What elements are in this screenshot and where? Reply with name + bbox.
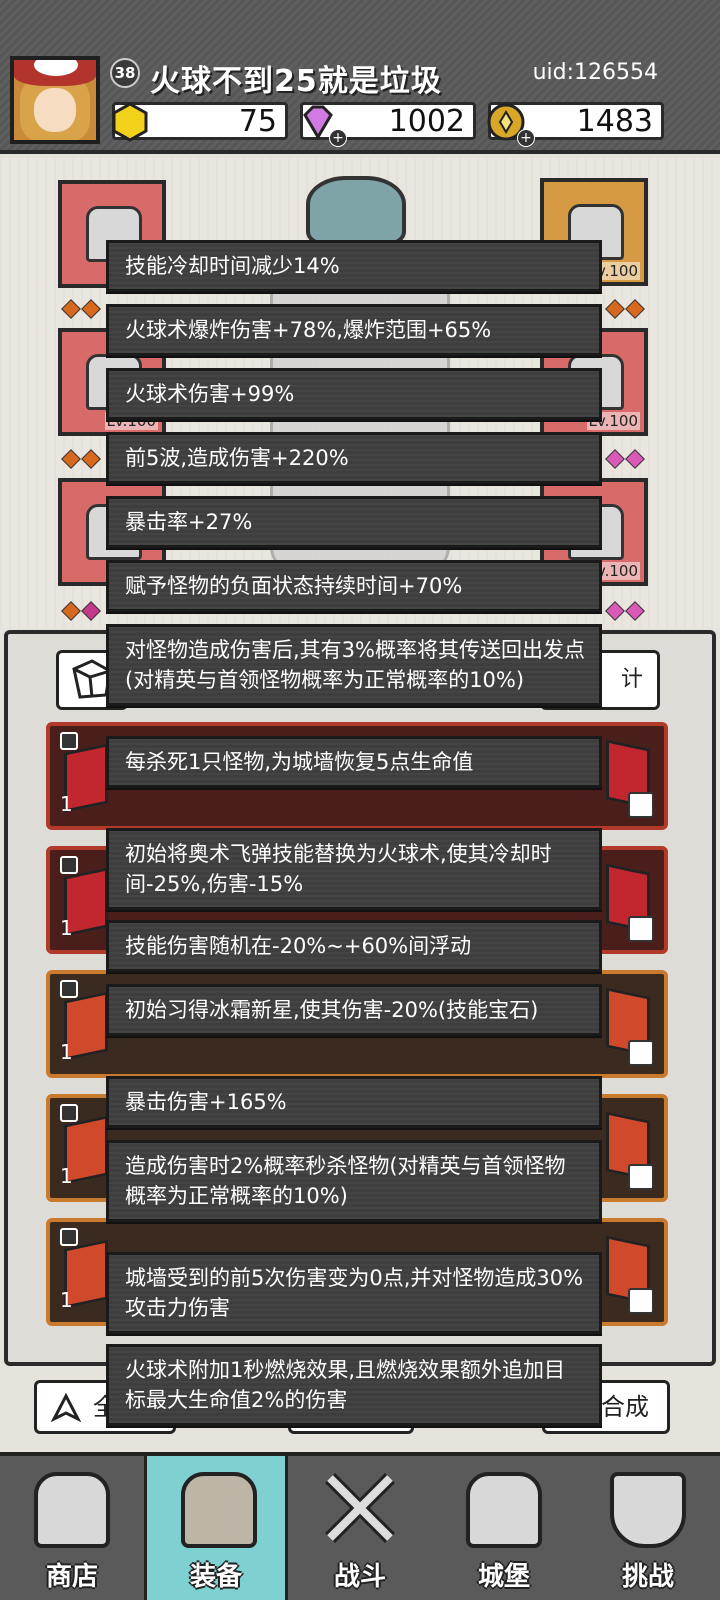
effect-tooltip: 暴击率+27% <box>106 496 602 548</box>
gem-socket-icon <box>625 601 645 621</box>
diamond-value: 1002 <box>388 104 465 139</box>
coin-counter[interactable]: + 1483 <box>487 102 664 147</box>
gem-count: 1 <box>60 916 73 940</box>
slot-gem-row <box>605 601 645 621</box>
add-diamond-icon[interactable]: + <box>329 129 347 147</box>
up-arrow-icon <box>51 1393 81 1423</box>
lock-icon[interactable] <box>60 1104 78 1122</box>
lock-icon[interactable] <box>60 856 78 874</box>
shield-icon <box>610 1472 686 1548</box>
gem-type-icon <box>628 1288 654 1314</box>
nav-challenge-label: 挑战 <box>621 1562 674 1592</box>
gem-socket-icon <box>605 299 625 319</box>
diamond-counter[interactable]: + 1002 <box>300 102 476 147</box>
effect-tooltip: 火球术附加1秒燃烧效果,且燃烧效果额外追加目标最大生命值2%的伤害 <box>106 1344 602 1426</box>
top-bar: 38 火球不到25就是垃圾 uid:126554 75 + 1002 + 148… <box>0 0 720 154</box>
gem-socket-icon <box>81 299 101 319</box>
player-level-badge: 38 <box>110 58 140 88</box>
nav-castle[interactable]: 城堡 <box>432 1456 576 1600</box>
slot-gem-row <box>61 299 101 319</box>
shop-icon <box>34 1472 110 1548</box>
effect-tooltip: 前5波,造成伤害+220% <box>106 432 602 484</box>
effect-tooltip: 技能冷却时间减少14% <box>106 240 602 292</box>
effect-tooltip: 造成伤害时2%概率秒杀怪物(对精英与首领怪物概率为正常概率的10%) <box>106 1140 602 1222</box>
effect-tooltip: 技能伤害随机在-20%~+60%间浮动 <box>106 920 602 972</box>
coin-value: 1483 <box>576 104 653 139</box>
add-coin-icon[interactable]: + <box>517 129 535 147</box>
gem-socket-icon <box>605 601 625 621</box>
gem-type-icon <box>628 1040 654 1066</box>
nav-castle-label: 城堡 <box>477 1562 530 1592</box>
slot-gem-row <box>61 601 101 621</box>
nav-equipment[interactable]: 装备 <box>144 1456 288 1600</box>
backpack-icon <box>181 1472 257 1548</box>
gold-gem-counter: 75 <box>112 102 288 142</box>
nav-equipment-label: 装备 <box>189 1562 242 1592</box>
effect-tooltip: 每杀死1只怪物,为城墙恢复5点生命值 <box>106 736 602 788</box>
player-uid: uid:126554 <box>532 60 658 85</box>
bottom-navigation: 商店 装备 战斗 城堡 挑战 <box>0 1452 720 1600</box>
effect-tooltip: 城墙受到的前5次伤害变为0点,并对怪物造成30%攻击力伤害 <box>106 1252 602 1334</box>
slot-gem-row <box>605 449 645 469</box>
gold-gem-value: 75 <box>238 104 277 139</box>
effect-tooltip: 初始习得冰霜新星,使其伤害-20%(技能宝石) <box>106 984 602 1036</box>
slot-gem-row <box>605 299 645 319</box>
gem-count: 1 <box>60 1164 73 1188</box>
effect-tooltip: 对怪物造成伤害后,其有3%概率将其传送回出发点(对精英与首领怪物概率为正常概率的… <box>106 624 602 706</box>
nav-battle[interactable]: 战斗 <box>288 1456 432 1600</box>
castle-icon <box>466 1472 542 1548</box>
yellow-gem-icon <box>112 102 148 142</box>
player-name: 火球不到25就是垃圾 <box>150 64 442 99</box>
gem-socket-icon <box>625 299 645 319</box>
gem-type-icon <box>628 916 654 942</box>
effect-tooltip: 火球术爆炸伤害+78%,爆炸范围+65% <box>106 304 602 356</box>
slot-gem-row <box>61 449 101 469</box>
lock-icon[interactable] <box>60 1228 78 1246</box>
gem-count: 1 <box>60 1040 73 1064</box>
gem-socket-icon <box>81 449 101 469</box>
nav-shop[interactable]: 商店 <box>0 1456 144 1600</box>
gem-count: 1 <box>60 1288 73 1312</box>
gem-socket-icon <box>61 299 81 319</box>
gem-socket-icon <box>625 449 645 469</box>
effect-tooltip: 初始将奥术飞弹技能替换为火球术,使其冷却时间-25%,伤害-15% <box>106 828 602 910</box>
effect-tooltip: 暴击伤害+165% <box>106 1076 602 1128</box>
effect-tooltip: 火球术伤害+99% <box>106 368 602 420</box>
nav-shop-label: 商店 <box>45 1562 98 1592</box>
gem-socket-icon <box>61 601 81 621</box>
nav-battle-label: 战斗 <box>333 1562 386 1592</box>
gem-socket-icon <box>61 449 81 469</box>
nav-challenge[interactable]: 挑战 <box>576 1456 720 1600</box>
lock-icon[interactable] <box>60 732 78 750</box>
player-avatar[interactable] <box>10 56 100 144</box>
swords-icon <box>325 1473 395 1543</box>
effect-tooltip: 赋予怪物的负面状态持续时间+70% <box>106 560 602 612</box>
gem-type-icon <box>628 1164 654 1190</box>
lock-icon[interactable] <box>60 980 78 998</box>
gem-count: 1 <box>60 792 73 816</box>
gem-type-icon <box>628 792 654 818</box>
gem-socket-icon <box>605 449 625 469</box>
gem-socket-icon <box>81 601 101 621</box>
